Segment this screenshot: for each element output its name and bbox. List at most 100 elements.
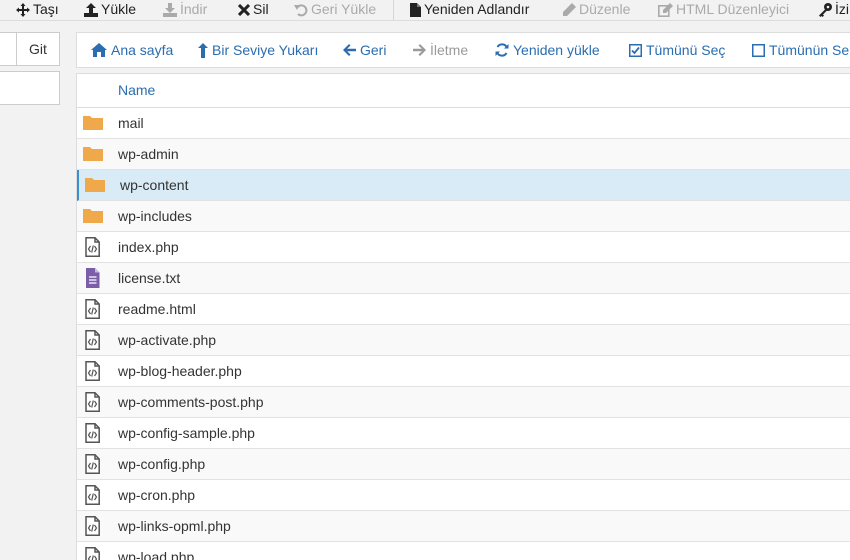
delete-label: Sil xyxy=(253,1,269,17)
restore-button[interactable]: Geri Yükle xyxy=(294,0,376,19)
table-row[interactable]: index.php xyxy=(77,232,850,263)
checkbox-empty-icon xyxy=(752,43,765,57)
file-icon xyxy=(410,2,421,17)
code-file-icon xyxy=(82,237,104,257)
file-name: wp-admin xyxy=(118,146,179,162)
file-name: wp-config-sample.php xyxy=(118,425,255,441)
delete-button[interactable]: Sil xyxy=(238,0,269,19)
upload-icon xyxy=(84,2,98,17)
code-file-icon xyxy=(82,547,104,560)
forward-label: İletme xyxy=(430,42,469,58)
html-editor-label: HTML Düzenleyici xyxy=(676,1,790,17)
file-name: wp-activate.php xyxy=(118,332,217,348)
file-name: wp-links-opml.php xyxy=(118,518,231,534)
table-row[interactable]: mail xyxy=(77,108,850,139)
home-label: Ana sayfa xyxy=(111,42,174,58)
file-name: index.php xyxy=(118,239,179,255)
upload-button[interactable]: Yükle xyxy=(84,0,136,19)
file-name: mail xyxy=(118,115,144,131)
select-all-label: Tümünü Seç xyxy=(646,42,726,58)
directory-tree-input[interactable] xyxy=(0,71,60,105)
folder-icon xyxy=(82,113,104,133)
table-row[interactable]: wp-comments-post.php xyxy=(77,387,850,418)
code-file-icon xyxy=(82,516,104,536)
table-row[interactable]: wp-load.php xyxy=(77,542,850,560)
select-all-button[interactable]: Tümünü Seç xyxy=(629,33,725,67)
edit-square-icon xyxy=(658,2,673,17)
folder-icon xyxy=(82,144,104,164)
table-row[interactable]: wp-includes xyxy=(77,201,850,232)
path-go-box: Git xyxy=(0,32,60,66)
back-label: Geri xyxy=(360,42,387,58)
unselect-all-label: Tümünün Se xyxy=(769,42,850,58)
table-row[interactable]: wp-links-opml.php xyxy=(77,511,850,542)
go-button[interactable]: Git xyxy=(17,33,59,65)
file-toolbar: Taşı Yükle İndir Sil Geri Yükle Yeniden … xyxy=(0,0,850,21)
home-icon xyxy=(91,43,107,57)
permissions-button[interactable]: İzi xyxy=(818,0,849,19)
file-name: wp-load.php xyxy=(118,549,195,560)
level-up-icon xyxy=(198,42,208,58)
table-header: Name xyxy=(77,73,850,108)
table-row[interactable]: readme.html xyxy=(77,294,850,325)
file-name: readme.html xyxy=(118,301,196,317)
table-row[interactable]: wp-blog-header.php xyxy=(77,356,850,387)
edit-button[interactable]: Düzenle xyxy=(563,0,630,19)
code-file-icon xyxy=(82,392,104,412)
upload-label: Yükle xyxy=(101,1,137,17)
html-editor-button[interactable]: HTML Düzenleyici xyxy=(658,0,789,19)
undo-icon xyxy=(294,3,308,16)
move-label: Taşı xyxy=(33,1,59,17)
close-icon xyxy=(238,3,250,16)
code-file-icon xyxy=(82,330,104,350)
folder-icon xyxy=(82,206,104,226)
navigation-bar: Ana sayfa Bir Seviye Yukarı Geri İletme … xyxy=(76,32,850,68)
code-file-icon xyxy=(82,423,104,443)
unselect-all-button[interactable]: Tümünün Se xyxy=(752,33,849,67)
folder-icon xyxy=(84,175,106,195)
table-row[interactable]: wp-config.php xyxy=(77,449,850,480)
reload-label: Yeniden yükle xyxy=(513,42,600,58)
table-row[interactable]: wp-admin xyxy=(77,139,850,170)
pencil-icon xyxy=(563,3,576,16)
checkbox-checked-icon xyxy=(629,43,642,57)
download-icon xyxy=(163,2,177,17)
file-name: wp-cron.php xyxy=(118,487,196,503)
name-column-header[interactable]: Name xyxy=(118,74,155,107)
code-file-icon xyxy=(82,485,104,505)
restore-label: Geri Yükle xyxy=(311,1,377,17)
back-button[interactable]: Geri xyxy=(343,33,386,67)
file-name: wp-config.php xyxy=(118,456,206,472)
file-name: wp-includes xyxy=(118,208,192,224)
file-name: wp-comments-post.php xyxy=(118,394,264,410)
file-name: license.txt xyxy=(118,270,181,286)
up-one-level-button[interactable]: Bir Seviye Yukarı xyxy=(198,33,318,67)
table-row[interactable]: wp-activate.php xyxy=(77,325,850,356)
file-name: wp-content xyxy=(120,177,189,193)
code-file-icon xyxy=(82,361,104,381)
home-button[interactable]: Ana sayfa xyxy=(91,33,173,67)
arrow-left-icon xyxy=(343,44,356,56)
code-file-icon xyxy=(82,299,104,319)
forward-button[interactable]: İletme xyxy=(413,33,468,67)
text-file-icon xyxy=(82,268,104,288)
move-icon xyxy=(16,2,30,17)
permissions-label: İzi xyxy=(835,1,849,17)
up-one-level-label: Bir Seviye Yukarı xyxy=(212,42,319,58)
code-file-icon xyxy=(82,454,104,474)
move-button[interactable]: Taşı xyxy=(16,0,59,19)
table-row[interactable]: wp-cron.php xyxy=(77,480,850,511)
table-row[interactable]: wp-content xyxy=(77,170,850,201)
rename-button[interactable]: Yeniden Adlandır xyxy=(410,0,529,19)
download-label: İndir xyxy=(180,1,208,17)
table-row[interactable]: wp-config-sample.php xyxy=(77,418,850,449)
arrow-right-icon xyxy=(413,44,426,56)
key-icon xyxy=(819,2,832,17)
toolbar-divider xyxy=(393,0,394,20)
reload-button[interactable]: Yeniden yükle xyxy=(495,33,600,67)
file-list-table: Name mail wp-admin wp-content wp-includes in… xyxy=(76,73,850,560)
table-row[interactable]: license.txt xyxy=(77,263,850,294)
rename-label: Yeniden Adlandır xyxy=(424,1,530,17)
refresh-icon xyxy=(495,43,509,57)
download-button[interactable]: İndir xyxy=(163,0,207,19)
